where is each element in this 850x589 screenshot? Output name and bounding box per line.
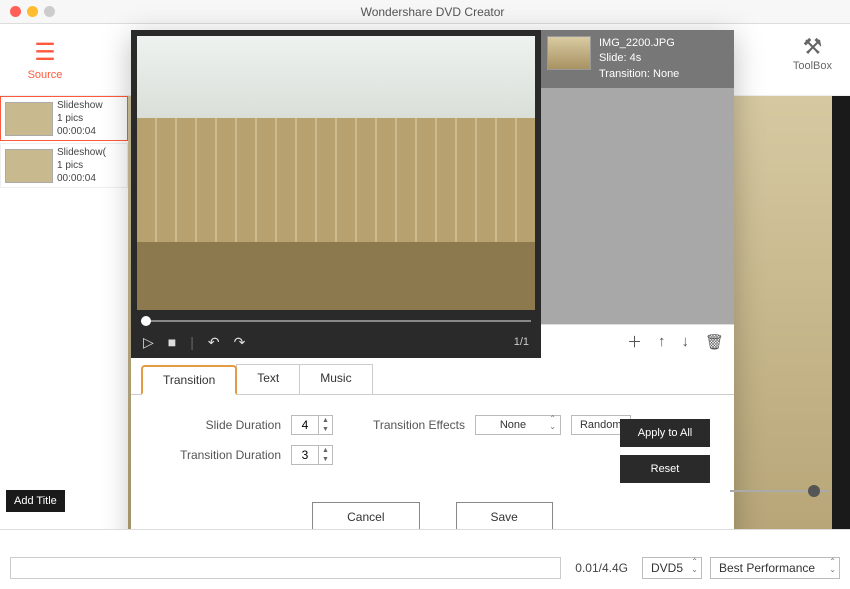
slide-counter: 1/1 — [514, 336, 529, 348]
stop-icon[interactable]: ■ — [168, 334, 176, 350]
move-up-icon[interactable]: ↑ — [658, 333, 666, 350]
zoom-knob[interactable] — [808, 485, 820, 497]
apply-to-all-button[interactable]: Apply to All — [620, 419, 710, 447]
slideshow-duration: 00:00:04 — [57, 125, 103, 138]
slide-duration-info: Slide: 4s — [599, 51, 679, 66]
editor-tabs: Transition Text Music — [131, 358, 734, 395]
slideshow-meta: Slideshow( 1 pics 00:00:04 — [57, 146, 106, 185]
slideshow-item[interactable]: Slideshow 1 pics 00:00:04 — [0, 96, 128, 141]
slide-list: IMG_2200.JPG Slide: 4s Transition: None … — [541, 30, 734, 358]
step-up-icon[interactable]: ▲ — [319, 446, 332, 455]
transition-panel: Slide Duration ▲▼ Transition Duration ▲▼ — [131, 395, 734, 488]
slide-duration-input[interactable] — [292, 416, 318, 434]
slide-tools: ＋ ↑ ↓ 🗑 — [541, 324, 734, 358]
slideshow-duration: 00:00:04 — [57, 172, 106, 185]
zoom-slider[interactable] — [730, 490, 830, 492]
transition-effects-label: Transition Effects — [373, 418, 465, 432]
nav-toolbox-label: ToolBox — [793, 60, 832, 72]
delete-slide-icon[interactable]: 🗑 — [705, 333, 724, 351]
transition-duration-input[interactable] — [292, 446, 318, 464]
reset-button[interactable]: Reset — [620, 455, 710, 483]
transition-effects-select[interactable]: None — [475, 415, 561, 435]
minimize-window-icon[interactable] — [27, 6, 38, 17]
slide-thumb — [547, 36, 591, 70]
disc-type-select[interactable]: DVD5 — [642, 557, 702, 579]
slideshow-pics: 1 pics — [57, 112, 103, 125]
slideshow-name: Slideshow( — [57, 146, 106, 159]
titlebar: Wondershare DVD Creator — [0, 0, 850, 24]
transition-duration-label: Transition Duration — [151, 448, 281, 462]
bottom-bar: Add Title 0.01/4.4G DVD5 Best Performanc… — [0, 529, 850, 589]
tab-music[interactable]: Music — [299, 364, 372, 394]
slide-filename: IMG_2200.JPG — [599, 36, 679, 51]
close-window-icon[interactable] — [10, 6, 21, 17]
cancel-button[interactable]: Cancel — [312, 502, 419, 532]
window-controls — [0, 6, 55, 17]
rotate-right-icon[interactable]: ↷ — [234, 334, 246, 351]
preview-image — [137, 36, 535, 310]
slideshow-meta: Slideshow 1 pics 00:00:04 — [57, 99, 103, 138]
disc-usage-text: 0.01/4.4G — [569, 561, 634, 575]
preview-pane: ▷ ■ | ↶ ↷ 1/1 — [131, 30, 541, 358]
add-slide-icon[interactable]: ＋ — [627, 331, 642, 352]
step-down-icon[interactable]: ▼ — [319, 455, 332, 464]
disc-usage-bar — [10, 557, 561, 579]
step-up-icon[interactable]: ▲ — [319, 416, 332, 425]
step-down-icon[interactable]: ▼ — [319, 425, 332, 434]
slideshow-pics: 1 pics — [57, 159, 106, 172]
tab-transition[interactable]: Transition — [141, 365, 237, 395]
slideshow-name: Slideshow — [57, 99, 103, 112]
quality-select[interactable]: Best Performance — [710, 557, 840, 579]
rotate-left-icon[interactable]: ↶ — [208, 334, 220, 351]
slide-transition-info: Transition: None — [599, 67, 679, 82]
nav-source[interactable]: ☰ Source — [0, 38, 90, 81]
slideshow-thumb — [5, 149, 53, 183]
nav-toolbox[interactable]: ⚒ ToolBox — [793, 34, 832, 72]
transition-duration-stepper[interactable]: ▲▼ — [291, 445, 333, 465]
scrub-bar[interactable] — [131, 316, 541, 326]
toolbox-icon: ⚒ — [793, 34, 832, 60]
scrub-head[interactable] — [141, 316, 151, 326]
play-icon[interactable]: ▷ — [143, 334, 154, 351]
save-button[interactable]: Save — [456, 502, 553, 532]
slideshow-editor-modal: ▷ ■ | ↶ ↷ 1/1 IMG_2200.JPG Slide: 4s Tra… — [131, 30, 734, 550]
slideshow-item[interactable]: Slideshow( 1 pics 00:00:04 — [0, 143, 128, 188]
source-icon: ☰ — [0, 38, 90, 67]
tab-text[interactable]: Text — [236, 364, 300, 394]
background-letterbox — [832, 96, 850, 529]
maximize-window-icon[interactable] — [44, 6, 55, 17]
slide-row[interactable]: IMG_2200.JPG Slide: 4s Transition: None — [541, 30, 734, 88]
slide-duration-label: Slide Duration — [151, 418, 281, 432]
slideshow-thumb — [5, 102, 53, 136]
slide-duration-stepper[interactable]: ▲▼ — [291, 415, 333, 435]
preview-controls: ▷ ■ | ↶ ↷ 1/1 — [131, 326, 541, 358]
move-down-icon[interactable]: ↓ — [681, 333, 689, 350]
slideshow-sidebar: Slideshow 1 pics 00:00:04 Slideshow( 1 p… — [0, 96, 128, 190]
nav-source-label: Source — [28, 69, 63, 81]
add-title-button[interactable]: Add Title — [6, 490, 65, 512]
app-title: Wondershare DVD Creator — [55, 5, 850, 19]
